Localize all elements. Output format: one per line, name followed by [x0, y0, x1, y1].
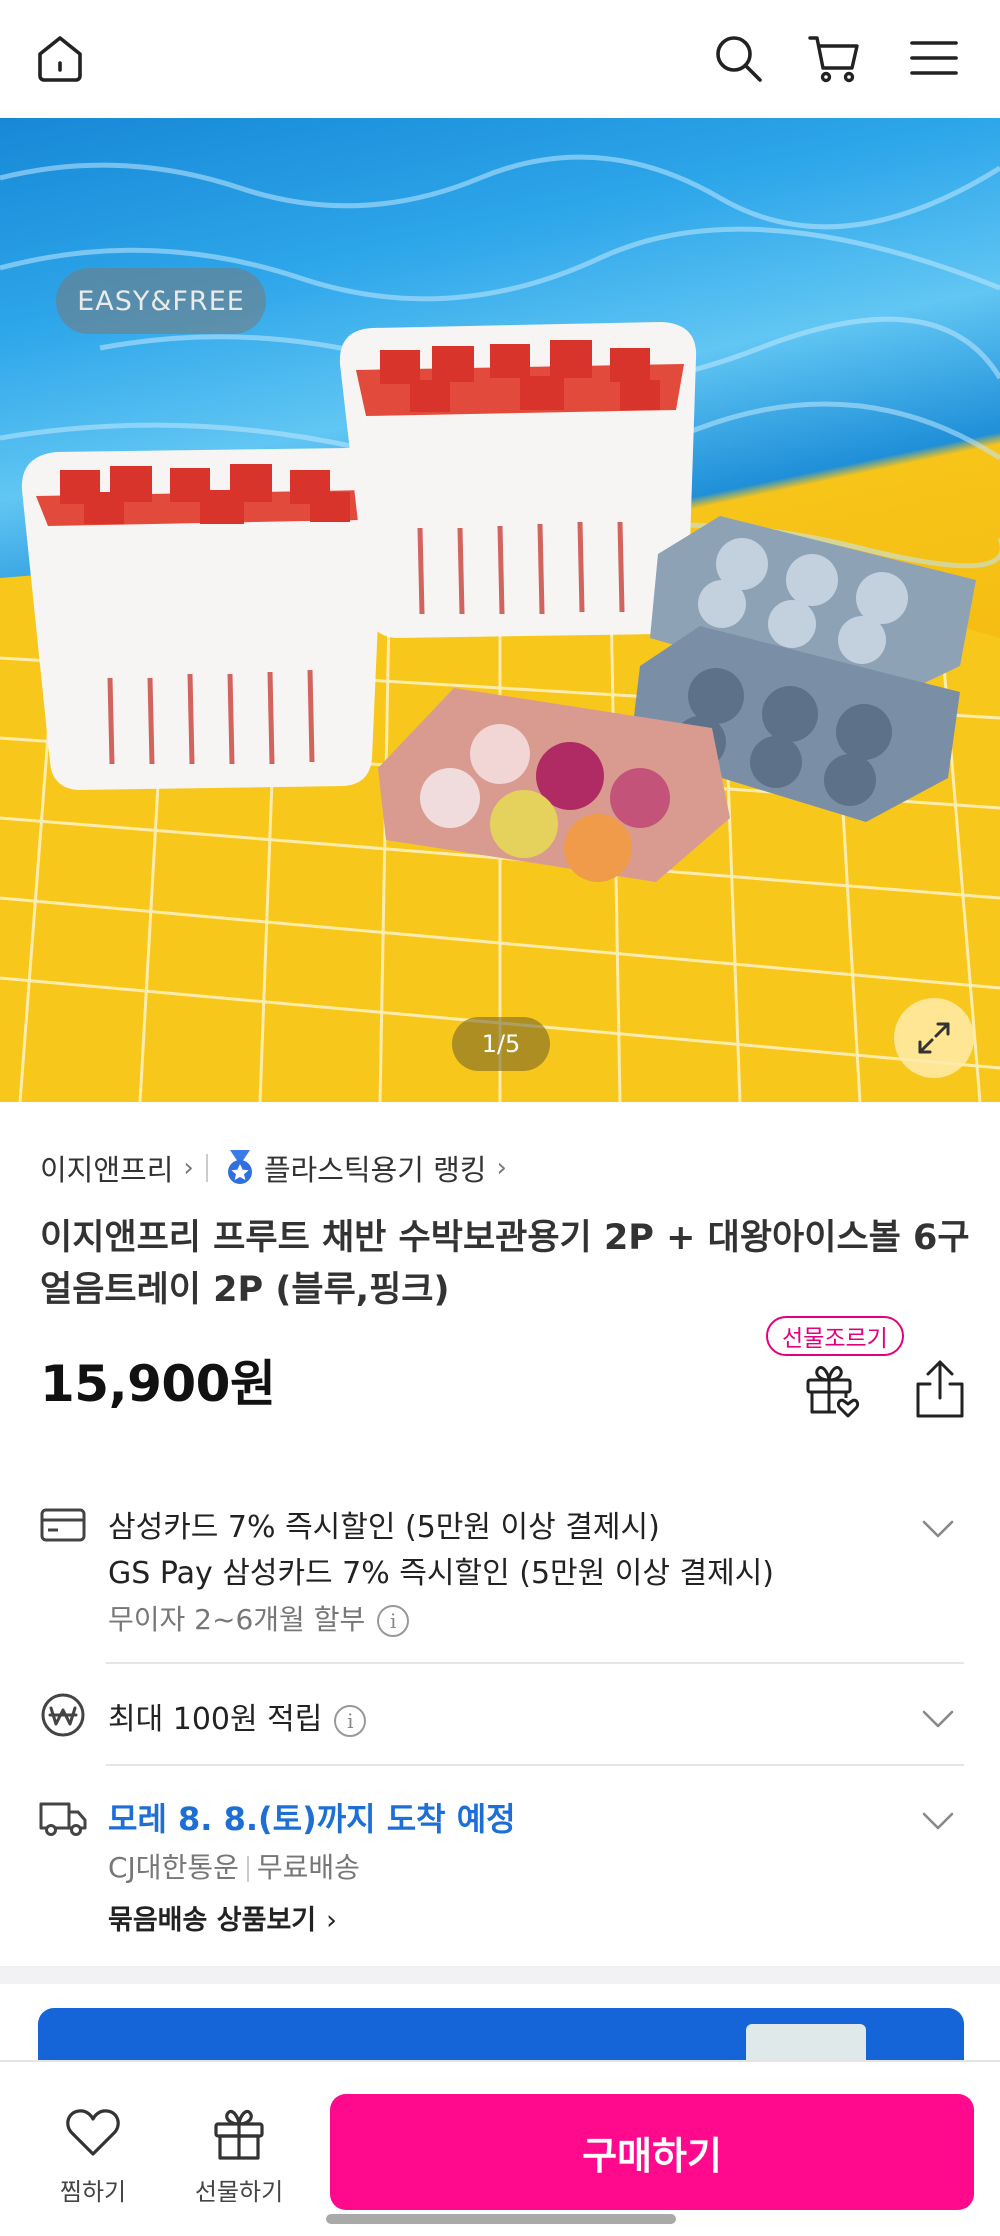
product-title-line1: 이지앤프리 프루트 채반 수박보관용기 2P + 대왕아이스볼 6구: [40, 1218, 970, 1258]
chevron-down-icon[interactable]: [918, 1806, 958, 1836]
share-icon[interactable]: [910, 1358, 970, 1422]
divider: [246, 1856, 249, 1882]
product-price: 15,900원: [40, 1355, 276, 1413]
card-discount-line2: GS Pay 삼성카드 7% 즉시할인 (5만원 이상 결제시): [108, 1556, 775, 1591]
chevron-right-icon: ›: [183, 1153, 194, 1183]
bundle-link-label: 묶음배송 상품보기: [108, 1905, 317, 1936]
installment-info: 무이자 2~6개월 할부 i: [108, 1598, 410, 1638]
product-title-line2: 얼음트레이 2P (블루,핑크): [40, 1270, 450, 1310]
gift-icon: [214, 2109, 264, 2160]
buy-button[interactable]: 구매하기: [330, 2094, 974, 2210]
gift-label: 선물하기: [194, 2178, 284, 2206]
credit-card-icon: [40, 1508, 86, 1542]
shipping-info: CJ대한통운 무료배송: [108, 1846, 360, 1886]
section-gap: [0, 1966, 1000, 1984]
product-title: 이지앤프리 프루트 채반 수박보관용기 2P + 대왕아이스볼 6구 얼음트레이…: [40, 1212, 970, 1316]
points-info: 최대 100원 적립 i: [108, 1694, 367, 1738]
chevron-down-icon[interactable]: [918, 1514, 958, 1544]
chevron-right-icon: ›: [326, 1905, 337, 1936]
home-indicator: [326, 2214, 676, 2224]
won-points-icon: [41, 1693, 85, 1737]
info-icon[interactable]: i: [334, 1704, 367, 1737]
divider: [106, 1764, 964, 1766]
card-discount-line1: 삼성카드 7% 즉시할인 (5만원 이상 결제시): [108, 1510, 660, 1545]
medal-icon: [227, 1150, 252, 1184]
delivery-truck-icon: [39, 1802, 87, 1836]
divider: [205, 1154, 208, 1182]
heart-icon: [66, 2109, 120, 2156]
gift-request-tag[interactable]: 선물조르기: [766, 1316, 904, 1356]
breadcrumb: 이지앤프리 › 플라스틱용기 랭킹 ›: [40, 1146, 507, 1190]
gift-button[interactable]: 선물하기: [184, 2102, 294, 2207]
chevron-down-icon[interactable]: [918, 1704, 958, 1734]
brand-link[interactable]: 이지앤프리: [40, 1147, 173, 1189]
installment-label: 무이자 2~6개월 할부: [108, 1603, 366, 1636]
brand-watermark: EASY&FREE: [56, 268, 266, 334]
home-icon[interactable]: [28, 26, 92, 90]
promo-banner[interactable]: [38, 2008, 964, 2068]
cart-icon[interactable]: [802, 26, 866, 90]
chevron-right-icon: ›: [496, 1153, 507, 1183]
delivery-eta: 모레 8. 8.(토)까지 도착 예정: [108, 1800, 516, 1838]
wishlist-button[interactable]: 찜하기: [38, 2102, 148, 2207]
search-icon[interactable]: [706, 26, 770, 90]
divider: [106, 1662, 964, 1664]
hamburger-menu-icon[interactable]: [902, 26, 966, 90]
bottom-action-bar: 찜하기 선물하기 구매하기: [0, 2060, 1000, 2236]
top-header: [0, 0, 1000, 118]
bundle-shipping-link[interactable]: 묶음배송 상품보기 ›: [108, 1898, 337, 1937]
expand-icon[interactable]: [894, 998, 974, 1078]
ranking-link[interactable]: 플라스틱용기 랭킹: [264, 1147, 487, 1189]
shipping-fee: 무료배송: [256, 1851, 360, 1884]
product-image-carousel[interactable]: EASY&FREE: [0, 118, 1000, 1102]
points-label: 최대 100원 적립: [108, 1702, 323, 1737]
info-icon[interactable]: i: [377, 1605, 410, 1637]
gift-request-icon[interactable]: [800, 1358, 864, 1422]
product-photo: [0, 154, 1000, 1102]
image-counter: 1/5: [452, 1017, 550, 1071]
courier-name: CJ대한통운: [108, 1851, 239, 1884]
wishlist-label: 찜하기: [59, 2178, 127, 2206]
